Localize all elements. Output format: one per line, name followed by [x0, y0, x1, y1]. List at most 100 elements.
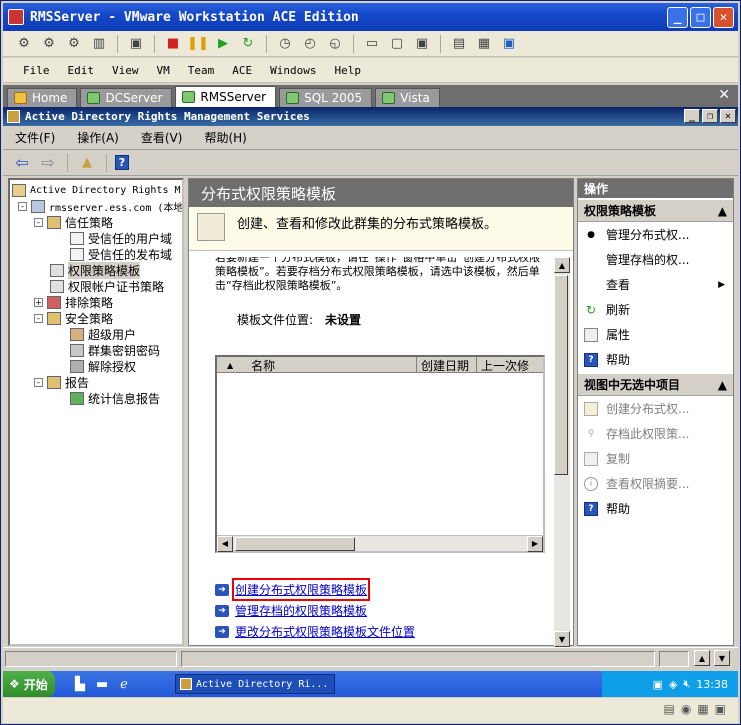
suspend-icon[interactable]: ▥ [88, 34, 110, 54]
quicklaunch-ie-icon[interactable]: ℯ [113, 674, 135, 694]
scroll-down-icon[interactable]: ▼ [714, 650, 730, 666]
action-refresh[interactable]: ↻ 刷新 [578, 297, 733, 322]
action-view[interactable]: 查看 ▶ [578, 272, 733, 297]
maximize-button[interactable]: □ [690, 7, 711, 28]
snapshot-manager-icon[interactable]: ⚙ [63, 34, 85, 54]
quicklaunch-desktop-icon[interactable]: ▬ [91, 674, 113, 694]
menu-ace[interactable]: ACE [232, 64, 252, 77]
collapse-section-icon[interactable]: ▲ [718, 204, 727, 218]
power-off-icon[interactable]: ■ [162, 34, 184, 54]
disk-activity-icon[interactable]: ▤ [663, 702, 674, 716]
collapse-section-icon[interactable]: ▲ [718, 378, 727, 392]
tree-item-super-users[interactable]: 超级用户 [70, 326, 136, 342]
back-icon[interactable]: ⇦ [11, 153, 33, 173]
close-button[interactable]: ✕ [713, 7, 734, 28]
taskbar-task-mmc[interactable]: Active Directory Ri... [175, 674, 335, 694]
action-help[interactable]: ? 帮助 [578, 347, 733, 372]
summary-icon[interactable]: ▤ [448, 34, 470, 54]
tree-item-statistics-reports[interactable]: 统计信息报告 [70, 390, 160, 406]
usb-icon[interactable]: ▣ [715, 702, 726, 716]
tree-item-cluster-key-password[interactable]: 群集密钥密码 [70, 342, 160, 358]
quicklaunch-server-manager-icon[interactable]: ▙ [69, 674, 91, 694]
tree-item-trusted-user-domains[interactable]: 受信任的用户域 [70, 230, 172, 246]
collapse-icon[interactable]: - [34, 217, 43, 227]
vscroll-thumb[interactable] [554, 275, 568, 475]
tree-server[interactable]: - rmsserver.ess.com (本地) [18, 198, 182, 214]
volume-icon[interactable]: 🔇︎ [683, 677, 690, 691]
action-manage-archived[interactable]: 管理存档的权... [578, 247, 733, 272]
tab-vista[interactable]: Vista [375, 88, 440, 107]
tree-item-rights-policy-templates[interactable]: 权限策略模板 [50, 261, 141, 279]
actions-section-templates[interactable]: 权限策略模板 ▲ [578, 200, 733, 222]
action-help-2[interactable]: ? 帮助 [578, 496, 733, 521]
menu-vm[interactable]: VM [157, 64, 170, 77]
clock[interactable]: 13:38 [696, 678, 728, 691]
scroll-thumb[interactable] [235, 536, 355, 551]
tab-rmsserver[interactable]: RMSServer [175, 86, 277, 107]
mmc-restore-button[interactable]: ❐ [702, 109, 718, 123]
close-tab-icon[interactable]: ✕ [718, 87, 730, 103]
tree-item-trusted-publishing-domains[interactable]: 受信任的发布域 [70, 246, 172, 262]
action-create-template[interactable]: 创建分布式权... [578, 396, 733, 421]
expand-icon[interactable]: + [34, 297, 43, 307]
actions-section-no-selection[interactable]: 视图中无选中项目 ▲ [578, 374, 733, 396]
scroll-right-icon[interactable]: ▶ [527, 535, 543, 552]
menu-edit[interactable]: Edit [68, 64, 95, 77]
scroll-left-icon[interactable]: ◀ [217, 535, 233, 552]
menu-help-cn[interactable]: 帮助(H) [204, 129, 246, 146]
menu-view[interactable]: View [112, 64, 139, 77]
tree-item-decommissioning[interactable]: 解除授权 [70, 358, 136, 374]
minimize-button[interactable]: _ [667, 7, 688, 28]
collapse-icon[interactable]: - [34, 313, 43, 323]
forward-icon[interactable]: ⇨ [37, 153, 59, 173]
revert-snapshot-icon[interactable]: ⚙ [38, 34, 60, 54]
manage-snapshots-icon[interactable]: ◵ [324, 34, 346, 54]
collapse-icon[interactable]: - [34, 377, 43, 387]
menu-file[interactable]: File [23, 64, 50, 77]
collapse-icon[interactable]: - [18, 201, 27, 211]
menu-help[interactable]: Help [334, 64, 361, 77]
column-name[interactable]: ▲ 名称 [217, 357, 417, 373]
reset-icon[interactable]: ↻ [237, 34, 259, 54]
menu-action-cn[interactable]: 操作(A) [77, 129, 119, 146]
network-adapter-icon[interactable]: ▦ [697, 702, 708, 716]
scroll-down-icon[interactable]: ▼ [554, 631, 570, 647]
tab-sql2005[interactable]: SQL 2005 [279, 88, 373, 107]
scroll-up-icon[interactable]: ▲ [554, 257, 570, 273]
quick-switch-icon[interactable]: ▢ [386, 34, 408, 54]
snapshot-icon[interactable]: ⚙ [13, 34, 35, 54]
column-last-modified[interactable]: 上一次修 [477, 357, 543, 373]
tree-item-exclusion-policies[interactable]: + 排除策略 [34, 294, 113, 310]
revert-icon[interactable]: ◴ [299, 34, 321, 54]
cdrom-icon[interactable]: ◉ [681, 702, 691, 716]
tab-dcserver[interactable]: DCServer [80, 88, 173, 107]
tree-item-rac-policies[interactable]: 权限帐户证书策略 [50, 278, 164, 294]
mmc-close-button[interactable]: ✕ [720, 109, 736, 123]
console-icon[interactable]: ▣ [125, 34, 147, 54]
take-snapshot-icon[interactable]: ◷ [274, 34, 296, 54]
pause-icon[interactable]: ❚❚ [187, 34, 209, 54]
window-titlebar[interactable]: RMSServer - VMware Workstation ACE Editi… [3, 3, 738, 31]
menu-team[interactable]: Team [188, 64, 215, 77]
tree-root[interactable]: Active Directory Rights M [12, 182, 181, 198]
action-copy[interactable]: 复制 [578, 446, 733, 471]
up-folder-icon[interactable]: ▲ [76, 153, 98, 173]
menu-windows[interactable]: Windows [270, 64, 316, 77]
mmc-titlebar[interactable]: Active Directory Rights Management Servi… [3, 107, 738, 126]
tree-item-trust-policies[interactable]: - 信任策略 [34, 214, 113, 230]
appliance-icon[interactable]: ▦ [473, 34, 495, 54]
horizontal-scrollbar[interactable]: ◀ ▶ [217, 535, 543, 552]
manage-archived-link[interactable]: ➜ 管理存档的权限策略模板 [215, 600, 415, 621]
column-created[interactable]: 创建日期 [417, 357, 477, 373]
help-icon[interactable]: ? [115, 155, 129, 170]
start-button[interactable]: ❖ 开始 [3, 671, 55, 697]
console-view-icon[interactable]: ▣ [498, 34, 520, 54]
show-sidebar-icon[interactable]: ▭ [361, 34, 383, 54]
network-icon[interactable]: ▣ [652, 678, 662, 691]
tree-item-security-policies[interactable]: - 安全策略 [34, 310, 113, 326]
menu-file-cn[interactable]: 文件(F) [15, 129, 55, 146]
mmc-minimize-button[interactable]: _ [684, 109, 700, 123]
action-archive-template[interactable]: ⚲ 存档此权限策... [578, 421, 733, 446]
power-on-icon[interactable]: ▶ [212, 34, 234, 54]
full-screen-icon[interactable]: ▣ [411, 34, 433, 54]
